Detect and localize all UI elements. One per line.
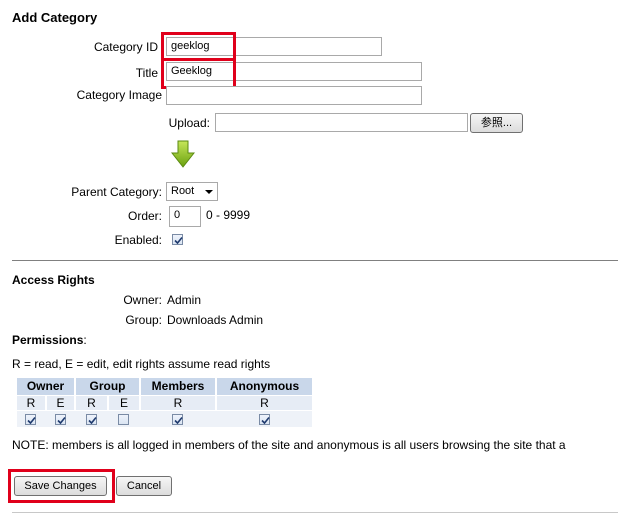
permissions-note: NOTE: members is all logged in members o… (12, 438, 566, 452)
group-value: Downloads Admin (167, 313, 264, 327)
permissions-sub-group-e: E (109, 396, 139, 410)
owner-value: Admin (167, 293, 202, 307)
highlight-box-category-id (161, 32, 236, 61)
permissions-heading-colon: : (83, 333, 87, 347)
permissions-sub-group-r: R (76, 396, 107, 410)
page-title: Add Category (12, 10, 98, 25)
category-image-input[interactable] (166, 86, 422, 105)
permission-anonymous-read-checkbox[interactable] (259, 414, 270, 425)
order-label: Order: (127, 209, 162, 223)
access-rights-heading: Access Rights (12, 273, 95, 287)
highlight-box-save (8, 469, 115, 503)
upload-file-input[interactable] (215, 113, 468, 132)
title-label: Title (135, 66, 158, 80)
bottom-divider (12, 512, 618, 513)
parent-category-label: Parent Category: (71, 185, 162, 199)
permissions-header-group: Group (76, 378, 139, 395)
permission-group-read-checkbox[interactable] (86, 414, 97, 425)
enabled-checkbox[interactable] (172, 234, 183, 245)
permissions-header-owner: Owner (17, 378, 74, 395)
permissions-sub-anonymous-r: R (217, 396, 312, 410)
category-id-label: Category ID (93, 40, 158, 54)
permission-owner-read-checkbox[interactable] (25, 414, 36, 425)
enabled-label: Enabled: (114, 233, 162, 247)
permission-owner-edit-checkbox[interactable] (55, 414, 66, 425)
category-image-label: Category Image (76, 88, 162, 102)
permissions-header-anonymous: Anonymous (217, 378, 312, 395)
browse-button[interactable]: 参照... (470, 113, 523, 133)
permissions-sub-members-r: R (141, 396, 215, 410)
permissions-heading: Permissions: (12, 333, 87, 347)
permissions-heading-text: Permissions (12, 333, 84, 347)
highlight-box-title (161, 58, 236, 89)
permission-members-read-checkbox[interactable] (172, 414, 183, 425)
group-label: Group: (125, 313, 162, 327)
permissions-sub-owner-r: R (17, 396, 45, 410)
parent-category-selected: Root (171, 185, 195, 197)
permissions-header-members: Members (141, 378, 215, 395)
permission-group-edit-checkbox[interactable] (118, 414, 129, 425)
permissions-legend: R = read, E = edit, edit rights assume r… (12, 357, 271, 371)
parent-category-select[interactable]: Root (166, 182, 218, 201)
permissions-sub-owner-e: E (47, 396, 74, 410)
upload-label: Upload: (168, 116, 210, 130)
section-divider (12, 260, 618, 261)
cancel-button[interactable]: Cancel (116, 476, 172, 496)
order-range-text: 0 - 9999 (206, 208, 251, 222)
owner-label: Owner: (123, 293, 162, 307)
down-arrow-icon (170, 140, 196, 168)
order-input[interactable]: 0 (169, 206, 201, 227)
chevron-down-icon (205, 184, 213, 205)
